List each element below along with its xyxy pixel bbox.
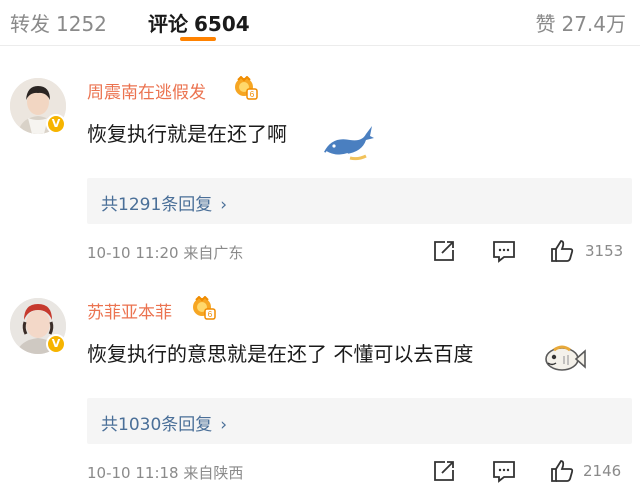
view-replies-link[interactable]: 共1030条回复 › — [101, 410, 227, 435]
comment-icon[interactable] — [491, 238, 517, 264]
username[interactable]: 周震南在逃假发 — [87, 78, 206, 103]
chevron-right-icon: › — [220, 195, 228, 215]
verified-badge-icon: V — [46, 114, 66, 134]
tab-like-count: 27.4万 — [561, 12, 626, 36]
fan-badge-icon: 6 — [193, 296, 216, 320]
active-tab-indicator — [180, 37, 216, 41]
replies-count-label: 共1291条回复 — [101, 195, 213, 215]
username[interactable]: 苏菲亚本菲 — [87, 298, 172, 323]
tab-comment-label: 评论 — [148, 12, 188, 36]
tab-comment-count: 6504 — [194, 12, 250, 36]
tab-like-label: 赞 — [535, 12, 556, 36]
verified-badge-icon: V — [46, 334, 66, 354]
svg-text:6: 6 — [250, 90, 255, 99]
fish-sticker-icon — [545, 345, 586, 371]
like-thumb-icon[interactable] — [549, 458, 575, 484]
fan-badge-icon: 6 — [235, 76, 258, 100]
whale-sticker-icon — [324, 126, 374, 161]
like-count: 3153 — [585, 242, 624, 260]
tab-like[interactable]: 赞 27.4万 — [535, 8, 626, 37]
tab-repost-label: 转发 — [10, 12, 50, 36]
comment-icon[interactable] — [491, 458, 517, 484]
chevron-right-icon: › — [220, 415, 228, 435]
header-divider — [0, 45, 640, 46]
replies-box: 共1291条回复 › — [87, 178, 632, 224]
share-icon[interactable] — [431, 238, 457, 264]
like-count: 2146 — [583, 462, 622, 480]
comment-tabs: 转发 1252 评论 6504 赞 27.4万 — [0, 0, 640, 46]
tab-repost[interactable]: 转发 1252 — [10, 8, 107, 37]
comment-text: 恢复执行的意思就是在还了 不懂可以去百度 — [87, 342, 474, 366]
comment-meta-row: 10-10 11:20 来自广东 3153 — [87, 238, 632, 266]
replies-count-label: 共1030条回复 — [101, 415, 213, 435]
comment-meta-row: 10-10 11:18 来自陕西 2146 — [87, 458, 632, 486]
like-thumb-icon[interactable] — [549, 238, 575, 264]
comment-text: 恢复执行就是在还了啊 — [87, 122, 287, 146]
comment-time-location: 10-10 11:20 来自广东 — [87, 244, 244, 262]
comment-time-location: 10-10 11:18 来自陕西 — [87, 464, 244, 482]
tab-repost-count: 1252 — [56, 12, 107, 36]
view-replies-link[interactable]: 共1291条回复 › — [101, 190, 227, 215]
share-icon[interactable] — [431, 458, 457, 484]
tab-comment[interactable]: 评论 6504 — [148, 8, 250, 37]
svg-text:6: 6 — [208, 310, 213, 319]
replies-box: 共1030条回复 › — [87, 398, 632, 444]
